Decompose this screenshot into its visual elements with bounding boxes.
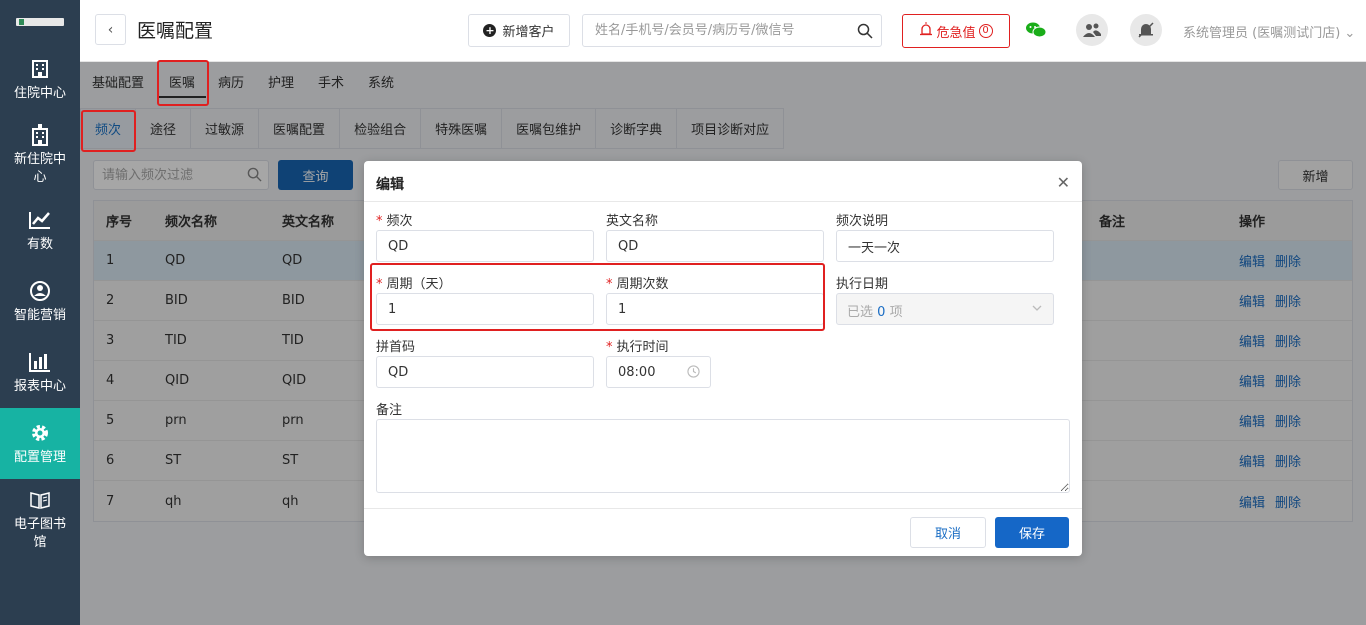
pinyin-label: 拼首码: [376, 340, 416, 355]
exec-time-label: * 执行时间: [606, 336, 669, 355]
search-input[interactable]: [583, 15, 843, 46]
english-name-label: 英文名称: [606, 214, 659, 229]
sidebar-item-label: 新住院中心: [13, 152, 66, 185]
cycle-count-input[interactable]: [607, 294, 823, 324]
sidebar-item-inpatient[interactable]: 住院中心: [0, 44, 80, 115]
exec-date-label: 执行日期: [836, 277, 889, 292]
frequency-label-text: 频次: [386, 214, 413, 229]
exec-date-select[interactable]: 已选 0 项: [836, 293, 1054, 325]
sidebar-item-label: 有数: [26, 236, 53, 252]
exec-date-suffix: 项: [889, 305, 903, 320]
required-mark: *: [606, 340, 613, 355]
sidebar-item-config[interactable]: 配置管理: [0, 408, 80, 479]
exec-time-field: [606, 356, 711, 388]
cycle-days-field: [376, 293, 594, 325]
building-icon: [28, 57, 52, 81]
frequency-field: [376, 230, 594, 262]
exec-date-value: 已选 0 项: [847, 301, 903, 320]
edit-dialog: 编辑 ✕ *频次 英文名称 频次说明 *周期（天） *周期次数 执行日期 已选 …: [364, 161, 1082, 556]
sidebar-item-label: 智能营销: [13, 307, 66, 323]
frequency-desc-field: [836, 230, 1054, 262]
sidebar-item-label: 电子图书馆: [13, 517, 66, 550]
cycle-count-field: [606, 293, 824, 325]
sidebar-item-reports[interactable]: 报表中心: [0, 337, 80, 408]
english-name-field: [606, 230, 824, 262]
sidebar-item-label: 住院中心: [13, 85, 66, 101]
critical-value-button[interactable]: 危急值 0: [902, 14, 1010, 48]
bar-chart-icon: [28, 350, 52, 374]
cycle-days-input[interactable]: [377, 294, 593, 324]
exec-date-prefix: 已选: [847, 305, 874, 320]
cycle-days-label: * 周期（天）: [376, 273, 452, 292]
plus-circle-icon: +: [483, 24, 497, 37]
critical-value-label: 危急值: [936, 25, 976, 41]
chevron-down-icon: [1031, 302, 1043, 318]
exec-date-count: 0: [877, 305, 886, 320]
dialog-title: 编辑: [376, 177, 404, 193]
back-button[interactable]: ‹: [95, 14, 126, 45]
wechat-icon[interactable]: [1020, 14, 1052, 46]
cycle-count-label-text: 周期次数: [616, 277, 669, 292]
sidebar-item-youshu[interactable]: 有数: [0, 195, 80, 266]
remark-textarea[interactable]: [376, 419, 1070, 493]
cycle-days-label-text: 周期（天）: [386, 277, 452, 292]
clock-icon: [687, 365, 700, 382]
cancel-button[interactable]: 取消: [910, 517, 986, 548]
critical-count-badge: 0: [978, 24, 993, 38]
gear-icon: [28, 421, 52, 445]
logo-image: [16, 18, 64, 26]
chevron-down-icon: ⌄: [1344, 26, 1356, 41]
marketing-icon: [28, 279, 52, 303]
user-menu[interactable]: 系统管理员 (医嘱测试门店) ⌄: [1183, 22, 1355, 41]
frequency-desc-label: 频次说明: [836, 214, 889, 229]
user-name-label: 系统管理员 (医嘱测试门店): [1183, 26, 1341, 41]
add-customer-button[interactable]: + 新增客户: [468, 14, 570, 47]
bell-muted-icon[interactable]: [1130, 14, 1162, 46]
required-mark: *: [376, 277, 383, 292]
pinyin-field: [376, 356, 594, 388]
group-users-icon[interactable]: [1076, 14, 1108, 46]
trend-chart-icon: [28, 208, 52, 232]
search-icon[interactable]: [857, 23, 873, 43]
sidebar-item-label: 配置管理: [13, 449, 66, 465]
hospital-icon: [28, 123, 52, 147]
logo: [0, 0, 80, 44]
search-box: [582, 14, 882, 47]
exec-time-label-text: 执行时间: [616, 340, 669, 355]
sidebar-item-library[interactable]: 电子图书馆: [0, 479, 80, 561]
book-icon: [28, 488, 52, 512]
page-title: 医嘱配置: [137, 20, 214, 42]
header: ‹ 医嘱配置 + 新增客户 危急值 0 系统管理员 (医嘱测试门店) ⌄: [80, 0, 1366, 62]
sidebar-item-marketing[interactable]: 智能营销: [0, 266, 80, 337]
english-name-input[interactable]: [607, 231, 823, 261]
add-customer-label: 新增客户: [502, 25, 555, 40]
sidebar-item-new-inpatient[interactable]: 新住院中心: [0, 115, 80, 195]
chevron-left-icon: ‹: [107, 21, 114, 38]
close-icon[interactable]: ✕: [1057, 173, 1070, 192]
sidebar: 住院中心 新住院中心 有数 智能营销 报表中心 配置管理 电子图书馆: [0, 0, 80, 625]
pinyin-input[interactable]: [377, 357, 593, 387]
alarm-icon: [919, 22, 933, 40]
divider: [364, 201, 1082, 202]
remark-label: 备注: [376, 403, 403, 418]
divider: [364, 508, 1082, 509]
sidebar-item-label: 报表中心: [13, 378, 66, 394]
frequency-label: * 频次: [376, 210, 413, 229]
frequency-desc-input[interactable]: [837, 231, 1053, 261]
required-mark: *: [376, 214, 383, 229]
save-button[interactable]: 保存: [995, 517, 1069, 548]
frequency-input[interactable]: [377, 231, 593, 261]
required-mark: *: [606, 277, 613, 292]
cycle-count-label: * 周期次数: [606, 273, 669, 292]
